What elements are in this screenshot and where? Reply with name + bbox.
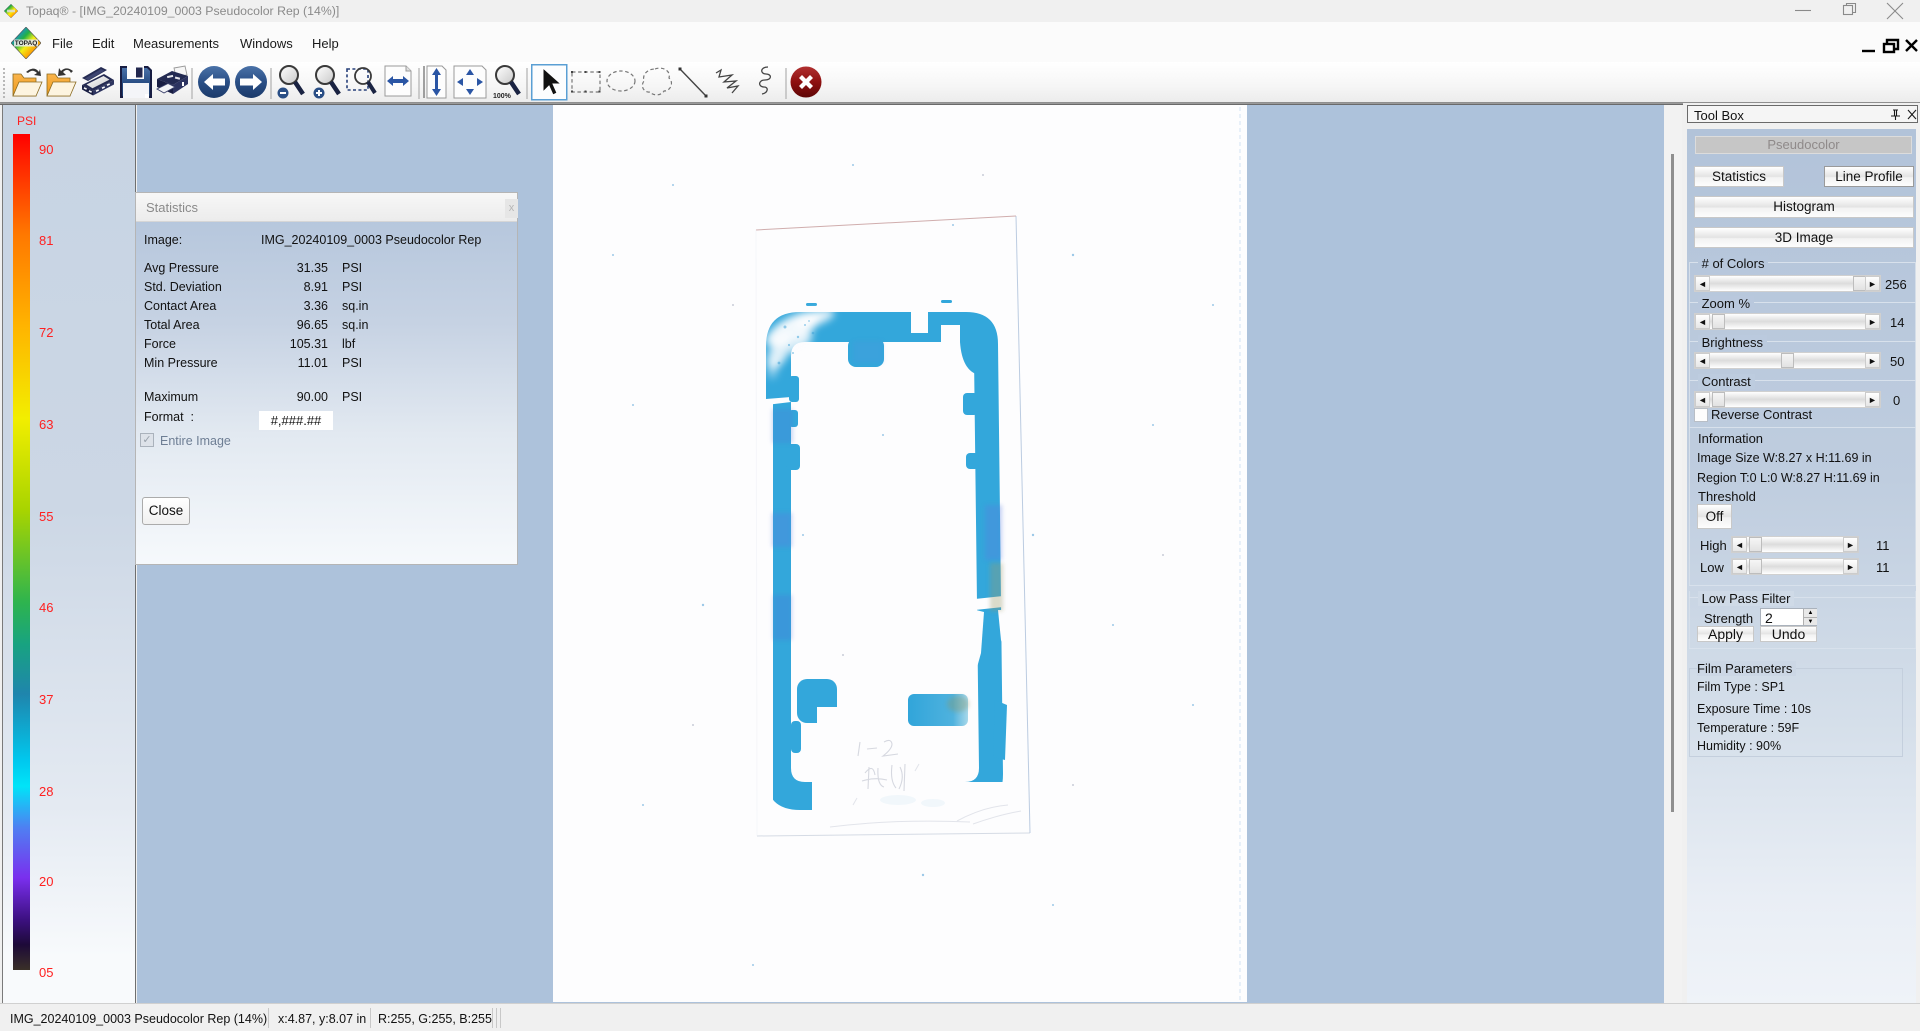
- svg-text:TOPAQ: TOPAQ: [15, 40, 38, 47]
- svg-text:100%: 100%: [493, 93, 512, 100]
